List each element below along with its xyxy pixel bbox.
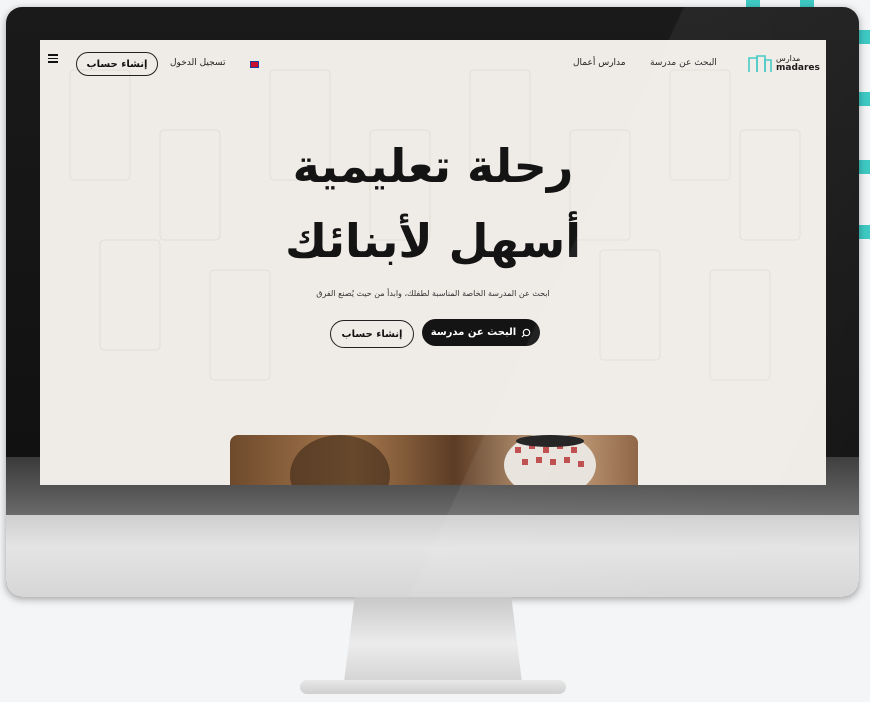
logo-text-arabic: مدارس bbox=[776, 54, 801, 63]
decor-dash-5 bbox=[858, 160, 870, 174]
nav-signup-button[interactable]: إنشاء حساب bbox=[76, 52, 158, 76]
logo-text-english: madares bbox=[776, 63, 820, 73]
hero-title-line-2: أسهل لأبنائك bbox=[284, 214, 582, 268]
decor-dash-6 bbox=[858, 225, 870, 239]
search-icon bbox=[521, 328, 531, 337]
hero-search-school-button[interactable]: البحث عن مدرسة bbox=[422, 319, 540, 346]
website-screen: إنشاء حساب تسجيل الدخول مدارس أعمال البح… bbox=[40, 40, 826, 485]
nav-link-find-school[interactable]: البحث عن مدرسة bbox=[650, 58, 717, 68]
decor-dash-4 bbox=[858, 92, 870, 106]
hamburger-menu-icon[interactable] bbox=[48, 54, 58, 63]
decor-dash-3 bbox=[858, 30, 870, 44]
hero-photo bbox=[230, 435, 638, 485]
uk-flag-icon[interactable] bbox=[250, 61, 259, 68]
hero-title-line-1: رحلة تعليمية bbox=[292, 139, 574, 193]
nav-link-business-schools[interactable]: مدارس أعمال bbox=[573, 58, 626, 68]
monitor-chin bbox=[6, 515, 859, 597]
hero-search-label: البحث عن مدرسة bbox=[430, 327, 517, 338]
hero-subtitle: ابحث عن المدرسة الخاصة المناسبة لطفلك، و… bbox=[316, 289, 550, 298]
monitor-stand bbox=[344, 597, 522, 682]
madares-logo[interactable]: مدارس madares bbox=[748, 53, 820, 75]
nav-login-link[interactable]: تسجيل الدخول bbox=[170, 58, 225, 68]
logo-mark-icon bbox=[748, 55, 772, 72]
hero-signup-button[interactable]: إنشاء حساب bbox=[330, 320, 414, 348]
photo-illustration bbox=[290, 435, 596, 485]
top-navigation: إنشاء حساب تسجيل الدخول مدارس أعمال البح… bbox=[40, 40, 826, 86]
monitor-stand-base bbox=[300, 680, 566, 694]
